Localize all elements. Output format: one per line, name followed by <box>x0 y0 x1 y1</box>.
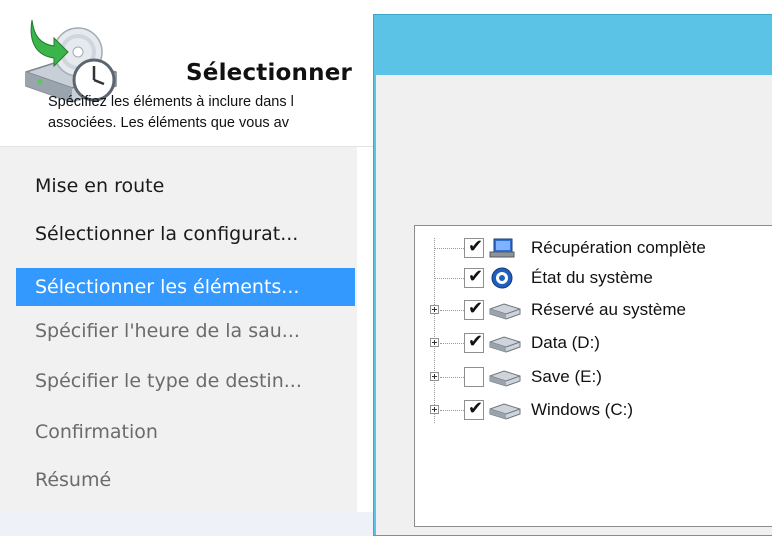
tree-connector <box>435 248 464 249</box>
wizard-steps-panel: Mise en route Sélectionner la configurat… <box>0 147 357 512</box>
expand-toggle[interactable] <box>430 405 439 414</box>
wizard-title: Sélectionner <box>186 60 353 86</box>
checkbox-bare-metal-recovery[interactable]: ✔ <box>464 237 484 258</box>
step-select-configuration[interactable]: Sélectionner la configurat... <box>16 215 355 253</box>
expand-toggle[interactable] <box>430 372 439 381</box>
dialog-description: Spécifiez les éléments à inclure dans l … <box>48 92 294 134</box>
tree-connector <box>440 343 464 344</box>
tree-connector <box>440 377 464 378</box>
label-system-state: État du système <box>531 268 653 287</box>
step-select-items[interactable]: Sélectionner les éléments... <box>16 268 355 306</box>
checkbox-system-state[interactable]: ✔ <box>464 267 484 288</box>
description-line-2: associées. Les éléments que vous av <box>48 115 289 131</box>
expand-toggle[interactable] <box>430 338 439 347</box>
checkbox-system-reserved[interactable]: ✔ <box>464 299 484 320</box>
label-system-reserved: Réservé au système <box>531 300 686 319</box>
system-state-icon <box>491 267 513 289</box>
drive-icon <box>489 336 521 353</box>
tree-item-system-reserved[interactable]: ✔ Réservé au système <box>415 295 772 325</box>
step-confirmation[interactable]: Confirmation <box>16 413 355 451</box>
tree-connector <box>435 278 464 279</box>
checkbox-data-drive[interactable]: ✔ <box>464 332 484 353</box>
bare-metal-recovery-icon <box>489 238 515 258</box>
label-bare-metal-recovery: Récupération complète <box>531 238 706 257</box>
drive-icon <box>489 370 521 387</box>
step-specify-destination-type[interactable]: Spécifier le type de destin... <box>16 362 355 400</box>
expand-toggle[interactable] <box>430 305 439 314</box>
items-tree: ✔ Récupération complète ✔ État du systèm… <box>414 225 772 527</box>
label-windows-drive: Windows (C:) <box>531 400 634 419</box>
label-save-drive: Save (E:) <box>531 367 602 386</box>
drive-icon <box>489 303 521 320</box>
description-line-1: Spécifiez les éléments à inclure dans l <box>48 94 294 110</box>
step-specify-backup-time[interactable]: Spécifier l'heure de la sau... <box>16 312 355 350</box>
tree-item-data-drive[interactable]: ✔ Data (D:) <box>415 328 772 358</box>
checkbox-windows-drive[interactable]: ✔ <box>464 399 484 420</box>
tree-connector <box>440 410 464 411</box>
tree-item-bare-metal-recovery[interactable]: ✔ Récupération complète <box>415 233 772 263</box>
tree-connector <box>440 310 464 311</box>
step-getting-started[interactable]: Mise en route <box>16 167 355 205</box>
tree-item-save-drive[interactable]: Save (E:) <box>415 362 772 392</box>
tree-item-windows-drive[interactable]: ✔ Windows (C:) <box>415 395 772 425</box>
label-data-drive: Data (D:) <box>531 333 600 352</box>
tree-item-system-state[interactable]: ✔ État du système <box>415 263 772 293</box>
drive-icon <box>489 403 521 420</box>
step-summary[interactable]: Résumé <box>16 461 355 499</box>
checkbox-save-drive[interactable] <box>464 367 484 387</box>
